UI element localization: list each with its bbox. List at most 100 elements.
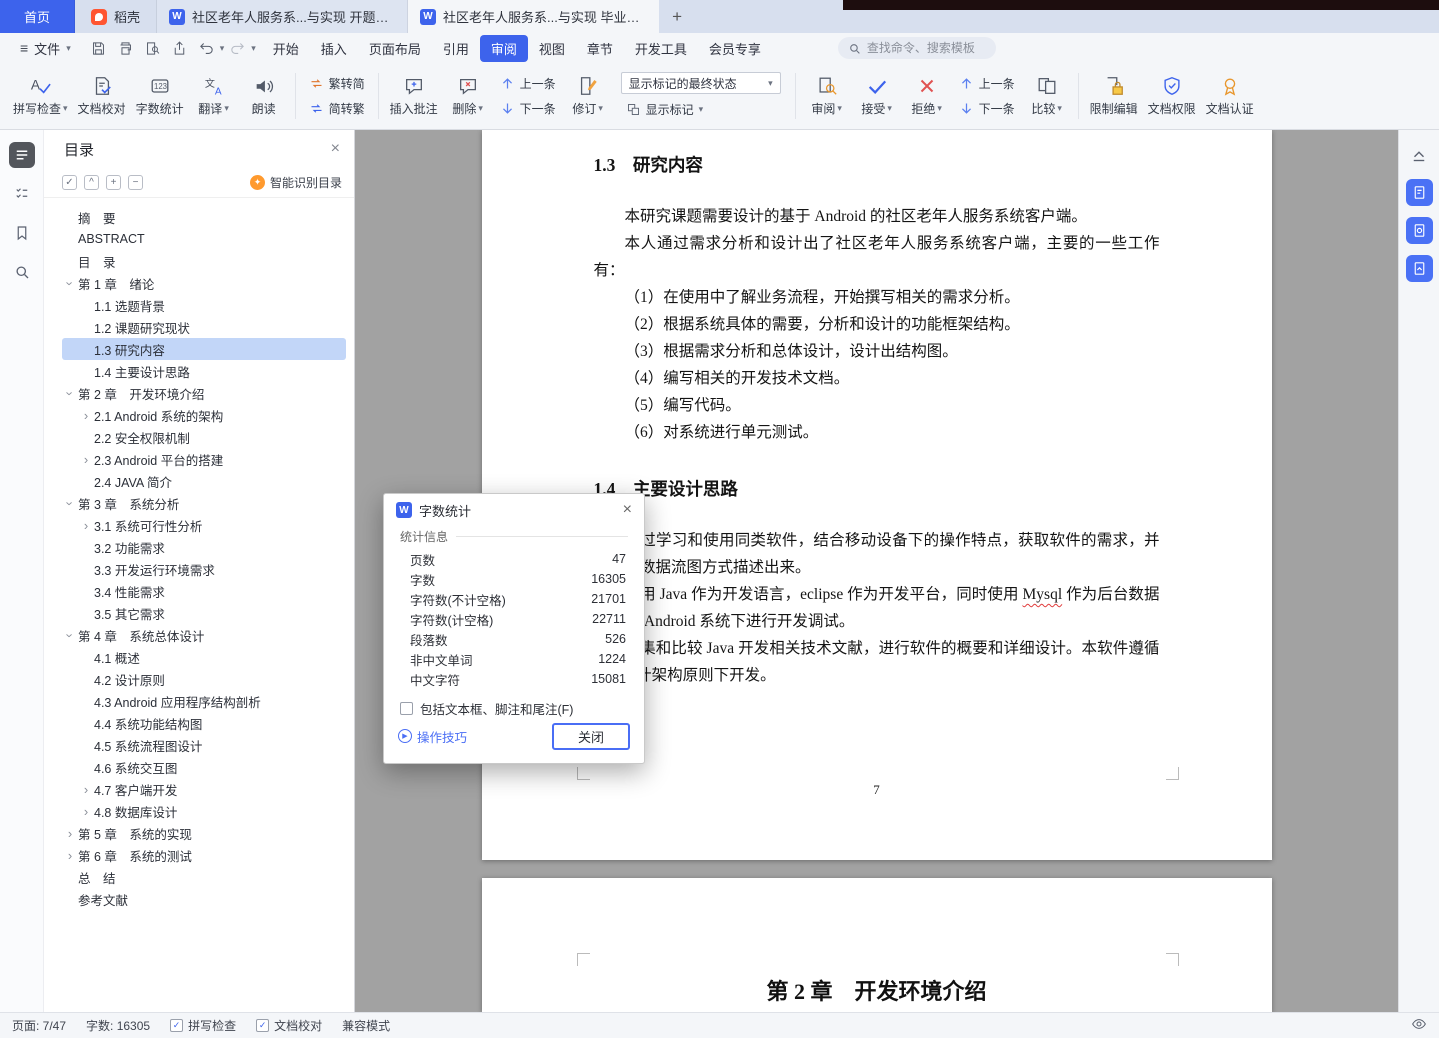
accept-change-button[interactable]: 接受 ▾ — [852, 67, 902, 125]
tab-document-1[interactable]: W 社区老年人服务系...与实现 开题报告 — [157, 0, 409, 33]
doc-list-item[interactable]: （5）编写代码。 — [594, 392, 1160, 419]
doc-paragraph[interactable]: 本研究课题需要设计的基于 Android 的社区老年人服务系统客户端。 — [594, 203, 1160, 230]
menu-tab-developer[interactable]: 开发工具 — [624, 35, 698, 62]
menu-tab-home[interactable]: 开始 — [262, 35, 310, 62]
tab-document-2-active[interactable]: W 社区老年人服务系...与实现 毕业论文 — [408, 0, 660, 33]
prev-comment-button[interactable]: 上一条 — [495, 73, 561, 94]
file-menu-button[interactable]: ≡ 文件 ▾ — [10, 35, 81, 62]
toc-item[interactable]: 4.1 概述 — [62, 646, 346, 668]
collapse-panel-button[interactable] — [1407, 144, 1431, 168]
toc-item[interactable]: 1.1 选题背景 — [62, 294, 346, 316]
new-tab-button[interactable]: + — [659, 0, 695, 33]
quick-doc-tool-button-1[interactable] — [1405, 179, 1433, 206]
menu-tab-review-active[interactable]: 审阅 — [479, 34, 528, 62]
toc-item[interactable]: 3.2 功能需求 — [62, 536, 346, 558]
toc-item[interactable]: 参考文献 — [62, 888, 346, 910]
undo-button[interactable] — [193, 36, 220, 60]
menu-tab-insert[interactable]: 插入 — [310, 35, 358, 62]
chevron-right-icon[interactable]: › — [78, 783, 94, 796]
translate-button[interactable]: 文A 翻译 ▾ — [189, 67, 239, 125]
quick-doc-tool-button-3[interactable] — [1405, 255, 1433, 282]
toc-item[interactable]: ABSTRACT — [62, 228, 346, 250]
command-search-input[interactable] — [866, 41, 985, 55]
restrict-editing-button[interactable]: 限制编辑 — [1085, 67, 1143, 125]
print-preview-button[interactable] — [139, 36, 166, 60]
export-button[interactable] — [166, 36, 193, 60]
command-search-box[interactable] — [837, 37, 996, 59]
toc-item[interactable]: › 第 1 章 绪论 — [62, 272, 346, 294]
checkbox-unchecked[interactable] — [400, 702, 413, 715]
redo-button[interactable] — [224, 36, 251, 60]
toc-item[interactable]: › 2.1 Android 系统的架构 — [62, 404, 346, 426]
toc-item[interactable]: › 4.7 客户端开发 — [62, 778, 346, 800]
toc-item[interactable]: 2.4 JAVA 简介 — [62, 470, 346, 492]
doc-heading-1-4[interactable]: 1.4 主要设计思路 — [594, 476, 1160, 501]
review-button[interactable]: 审阅 ▾ — [802, 67, 852, 125]
doc-list-item[interactable]: （2）根据系统具体的需要，分析和设计的功能框架结构。 — [594, 311, 1160, 338]
toc-item[interactable]: 3.5 其它需求 — [62, 602, 346, 624]
chevron-down-icon[interactable]: › — [63, 495, 78, 511]
toc-item-current[interactable]: 1.3 研究内容 — [62, 338, 346, 360]
doc-paragraph[interactable]: 搜集和比较 Java 开发相关技术文献，进行软件的概要和详细设计。本软件遵循 C… — [594, 635, 1160, 689]
eye-protect-mode-button[interactable] — [1411, 1016, 1427, 1035]
word-count-button[interactable]: 123 字数统计 — [131, 67, 189, 125]
simp-to-trad-button[interactable]: 简转繁 — [304, 98, 370, 119]
document-page-8[interactable]: 第 2 章 开发环境介绍 — [481, 878, 1272, 1012]
save-button[interactable] — [85, 36, 112, 60]
delete-comment-button[interactable]: 删除 ▾ — [443, 67, 493, 125]
tips-link[interactable]: ▶ 操作技巧 — [398, 727, 467, 746]
toc-item[interactable]: 3.4 性能需求 — [62, 580, 346, 602]
next-comment-button[interactable]: 下一条 — [495, 98, 561, 119]
chevron-down-icon[interactable]: › — [63, 275, 78, 291]
toc-item[interactable]: › 3.1 系统可行性分析 — [62, 514, 346, 536]
dialog-close-icon[interactable]: × — [623, 501, 632, 519]
track-changes-button[interactable]: 修订 ▾ — [563, 67, 613, 125]
toc-item[interactable]: 摘 要 — [62, 206, 346, 228]
status-page-indicator[interactable]: 页面: 7/47 — [12, 1017, 66, 1034]
chevron-right-icon[interactable]: › — [62, 849, 78, 862]
toolbar-customize-caret-icon[interactable]: ▾ — [251, 43, 256, 54]
doc-heading-1-3[interactable]: 1.3 研究内容 — [594, 152, 1160, 177]
chevron-down-icon[interactable]: › — [63, 627, 78, 643]
toc-fold-button[interactable]: − — [128, 175, 143, 190]
chevron-right-icon[interactable]: › — [78, 805, 94, 818]
spell-check-button[interactable]: A 拼写检查 ▾ — [8, 67, 73, 125]
markup-state-dropdown[interactable]: 显示标记的最终状态 ▾ — [620, 72, 781, 94]
chevron-down-icon[interactable]: › — [63, 385, 78, 401]
include-textbox-checkbox-row[interactable]: 包括文本框、脚注和尾注(F) — [400, 699, 628, 718]
doc-paragraph[interactable]: 使用 Java 作为开发语言，eclipse 作为开发平台，同时使用 Mysql… — [594, 581, 1160, 635]
toc-item[interactable]: 4.6 系统交互图 — [62, 756, 346, 778]
toc-select-button[interactable]: ✓ — [62, 175, 77, 190]
doc-list-item[interactable]: （1）在使用中了解业务流程，开始撰写相关的需求分析。 — [594, 284, 1160, 311]
doc-permission-button[interactable]: 文档权限 — [1143, 67, 1201, 125]
menu-tab-view[interactable]: 视图 — [528, 35, 576, 62]
doc-proof-button[interactable]: 文档校对 — [73, 67, 131, 125]
doc-certify-button[interactable]: 文档认证 — [1201, 67, 1259, 125]
read-aloud-button[interactable]: 朗读 — [239, 67, 289, 125]
doc-list-item[interactable]: （4）编写相关的开发技术文档。 — [594, 365, 1160, 392]
toc-item[interactable]: 目 录 — [62, 250, 346, 272]
close-button[interactable]: 关闭 — [552, 722, 630, 750]
status-compat-mode[interactable]: 兼容模式 — [342, 1017, 390, 1034]
doc-list-item[interactable]: （3）根据需求分析和总体设计，设计出结构图。 — [594, 338, 1160, 365]
tab-docer[interactable]: 稻壳 — [75, 0, 158, 33]
doc-heading-chapter-2[interactable]: 第 2 章 开发环境介绍 — [482, 878, 1272, 1006]
find-panel-button[interactable] — [9, 259, 35, 285]
toc-item[interactable]: › 第 5 章 系统的实现 — [62, 822, 346, 844]
reject-change-button[interactable]: 拒绝 ▾ — [902, 67, 952, 125]
smart-recognize-toc-button[interactable]: ✦ 智能识别目录 — [249, 174, 342, 191]
print-button[interactable] — [112, 36, 139, 60]
chevron-right-icon[interactable]: › — [78, 453, 94, 466]
show-markup-button[interactable]: 显示标记 ▾ — [621, 99, 781, 120]
toc-item[interactable]: › 第 3 章 系统分析 — [62, 492, 346, 514]
trad-to-simp-button[interactable]: 繁转简 — [304, 73, 370, 94]
dialog-title-bar[interactable]: W 字数统计 × — [384, 494, 644, 526]
toc-panel-toggle-button[interactable] — [8, 142, 35, 168]
doc-paragraph[interactable]: 通过学习和使用同类软件，结合移动设备下的操作特点，获取软件的需求，并将其用数据流… — [594, 527, 1160, 581]
chevron-right-icon[interactable]: › — [78, 409, 94, 422]
toc-collapse-all-button[interactable]: ^ — [84, 175, 99, 190]
status-doc-proof-toggle[interactable]: ✓ 文档校对 — [256, 1017, 322, 1034]
toc-item[interactable]: 总 结 — [62, 866, 346, 888]
toc-item[interactable]: › 4.8 数据库设计 — [62, 800, 346, 822]
doc-paragraph[interactable]: 本人通过需求分析和设计出了社区老年人服务系统客户端，主要的一些工作有： — [594, 230, 1160, 284]
